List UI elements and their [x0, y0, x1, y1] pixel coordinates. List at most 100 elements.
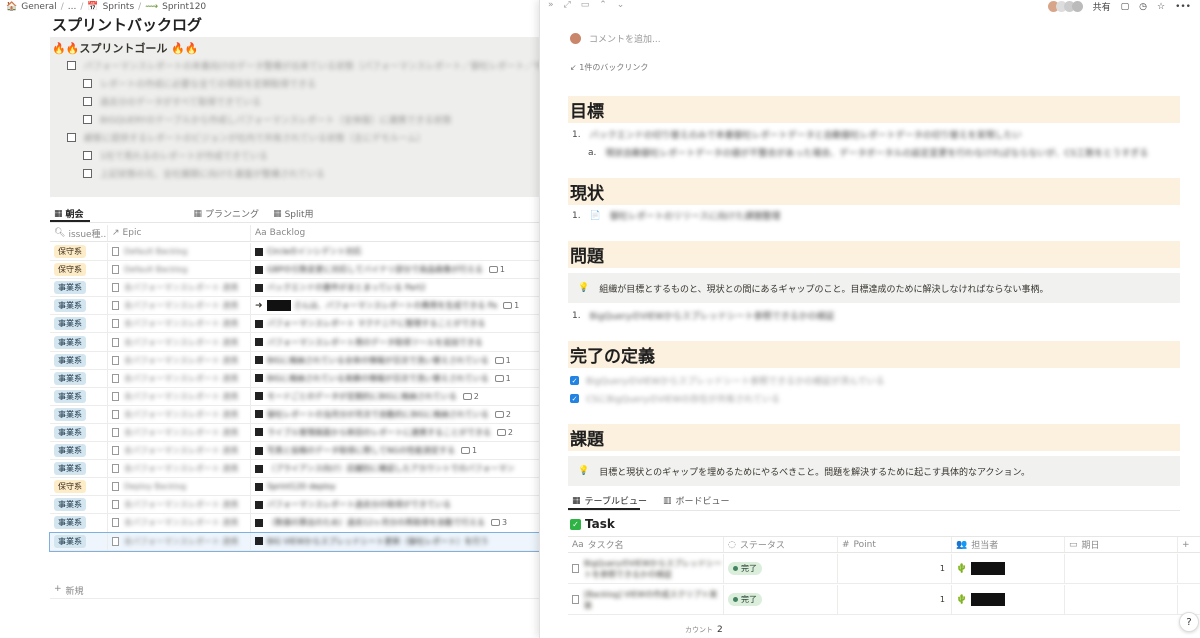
open-as-page-icon[interactable]: ▭	[581, 0, 590, 10]
backlog-title[interactable]: 写真と投稿のデータ取得に際してNGの性能測定する	[267, 445, 455, 456]
epic-link[interactable]: Default Backlog	[124, 265, 187, 274]
epic-link[interactable]: 全パフォーマンスレポート 連携	[124, 373, 238, 384]
cell-backlog[interactable]: 御社レポートの当月分が月次で自動的にBIGに格納されている 2	[251, 405, 540, 423]
cell-point[interactable]: 1	[838, 554, 952, 583]
cell-epic[interactable]: 全パフォーマンスレポート 連携	[108, 369, 251, 387]
share-button[interactable]: 共有	[1093, 0, 1111, 13]
cell-epic[interactable]: 全パフォーマンスレポート 連携	[108, 279, 251, 297]
cell-issue-type[interactable]: 事業系	[50, 460, 108, 478]
table-row[interactable]: 事業系 全パフォーマンスレポート 連携 BIGに格納されている全体の情報が日次で洗い…	[50, 351, 540, 370]
backlog-title[interactable]: Sprint120 deploy	[267, 482, 336, 491]
column-backlog[interactable]: Aa Backlog	[251, 225, 540, 241]
epic-link[interactable]: 全パフォーマンスレポート 連携	[124, 337, 238, 348]
cell-epic[interactable]: 全パフォーマンスレポート 連携	[108, 514, 251, 532]
column-task-name[interactable]: Aa タスク名	[568, 537, 724, 552]
checkbox-checked-icon[interactable]: ✓	[570, 394, 579, 403]
table-row[interactable]: 事業系 全パフォーマンスレポート 連携 パフォーマンスレポート過去分の取得ができてい…	[50, 496, 540, 515]
cell-due-date[interactable]	[1065, 585, 1178, 614]
cell-issue-type[interactable]: 保守系	[50, 478, 108, 496]
checkbox[interactable]	[83, 151, 92, 160]
cell-due-date[interactable]	[1065, 554, 1178, 583]
cell-backlog[interactable]: パフォーマンスレポート マクナニケに整理することができる	[251, 315, 540, 333]
cell-backlog[interactable]: Circleのインシデント対応	[251, 243, 540, 261]
backlog-title[interactable]: BIGに格納されている全体の情報が日次で洗い替えされている	[267, 355, 489, 366]
cell-issue-type[interactable]: 保守系	[50, 261, 108, 279]
table-row[interactable]: 保守系 Deploy Backlog Sprint120 deploy	[50, 478, 540, 497]
cell-epic[interactable]: 全パフォーマンスレポート 連携	[108, 333, 251, 351]
cell-issue-type[interactable]: 事業系	[50, 442, 108, 460]
cell-epic[interactable]: 全パフォーマンスレポート 連携	[108, 442, 251, 460]
breadcrumb-ellipsis[interactable]: ...	[68, 2, 77, 12]
epic-link[interactable]: 全パフォーマンスレポート 連携	[124, 282, 238, 293]
cell-epic[interactable]: 全パフォーマンスレポート 連携	[108, 460, 251, 478]
table-row[interactable]: 事業系 全パフォーマンスレポート 連携 パフォーマンスレポート マクナニケに整理する…	[50, 315, 540, 334]
status-link[interactable]: 御社レポートのリリースに向けた課題整理	[610, 209, 781, 222]
epic-link[interactable]: 全パフォーマンスレポート 連携	[124, 318, 238, 329]
comment-count[interactable]: 2	[496, 428, 513, 437]
backlog-title[interactable]: パフォーマンスレポート過去分の取得ができている	[267, 499, 451, 510]
comment-input[interactable]: コメントを追加...	[589, 32, 661, 45]
column-due-date[interactable]: ▭ 期日	[1065, 537, 1178, 552]
checkbox[interactable]	[83, 115, 92, 124]
backlog-title[interactable]: さんは、パフォーマンスレポートの費用を生成できる Pa	[294, 300, 498, 311]
cell-backlog[interactable]: パフォーマンスレポート用のデータ取得ツールを追加できる	[251, 333, 540, 351]
backlog-title[interactable]: Circleのインシデント対応	[267, 246, 361, 257]
close-peek-icon[interactable]: »	[548, 0, 554, 10]
cell-backlog[interactable]: BIG VIEWからスプレッドシート更新（御社レポート）を行う	[251, 532, 540, 550]
cell-backlog[interactable]: GBPの引数変更に対応してバイナリ部分で商品画像が行える 1	[251, 261, 540, 279]
epic-link[interactable]: 全パフォーマンスレポート 連携	[124, 300, 238, 311]
cell-issue-type[interactable]: 事業系	[50, 369, 108, 387]
cell-backlog[interactable]: Sprint120 deploy	[251, 478, 540, 496]
tab-board-view[interactable]: ▥ ボードビュー	[663, 494, 730, 508]
checkbox[interactable]	[83, 97, 92, 106]
cell-backlog[interactable]: モードごとのデータが定期的にBIGに格納されている 2	[251, 387, 540, 405]
cell-issue-type[interactable]: 事業系	[50, 387, 108, 405]
chevron-down-icon[interactable]: ⌄	[617, 0, 625, 10]
epic-link[interactable]: 全パフォーマンスレポート 連携	[124, 463, 238, 474]
cell-epic[interactable]: Default Backlog	[108, 261, 251, 279]
epic-link[interactable]: 全パフォーマンスレポート 連携	[124, 427, 238, 438]
table-row[interactable]: 保守系 Default Backlog GBPの引数変更に対応してバイナリ部分で商品…	[50, 261, 540, 280]
backlinks-button[interactable]: ↙ 1件のバックリンク	[570, 62, 648, 73]
help-button[interactable]: ?	[1179, 612, 1199, 632]
backlog-title[interactable]: （数値の算出のため）過去12ヶ月分の再取得を自動で行える	[267, 517, 485, 528]
comment-count[interactable]: 1	[503, 301, 519, 310]
backlog-title[interactable]: モードごとのデータが定期的にBIGに格納されている	[267, 391, 457, 402]
table-row[interactable]: 事業系 全パフォーマンスレポート 連携 パフォーマンスレポート用のデータ取得ツールを…	[50, 333, 540, 352]
comment-count[interactable]: 1	[494, 374, 511, 383]
comment-count[interactable]: 1	[460, 446, 477, 455]
cell-epic[interactable]: Deploy Backlog	[108, 478, 251, 496]
backlog-title[interactable]: （プライアンス向け）店舗別に確認したアカウントでのパフォーマン	[267, 463, 515, 474]
cell-epic[interactable]: 全パフォーマンスレポート 連携	[108, 315, 251, 333]
cell-assignee[interactable]: 🌵	[952, 554, 1065, 583]
table-row[interactable]: 事業系 全パフォーマンスレポート 連携 御社レポートの当月分が月次で自動的にBIGに…	[50, 405, 540, 424]
chevron-up-icon[interactable]: ⌃	[599, 0, 607, 10]
task-name[interactable]: [Backlog] VIEWの作成スクリプト実装	[584, 589, 723, 611]
table-row[interactable]: 保守系 Default Backlog Circleのインシデント対応	[50, 243, 540, 262]
column-status[interactable]: ◌ ステータス	[724, 537, 838, 552]
cell-issue-type[interactable]: 保守系	[50, 243, 108, 261]
epic-link[interactable]: 全パフォーマンスレポート 連携	[124, 445, 238, 456]
backlog-title[interactable]: パフォーマンスレポート用のデータ取得ツールを追加できる	[267, 337, 483, 348]
cell-issue-type[interactable]: 事業系	[50, 315, 108, 333]
cell-epic[interactable]: 全パフォーマンスレポート 連携	[108, 405, 251, 423]
cell-issue-type[interactable]: 事業系	[50, 297, 108, 315]
cell-backlog[interactable]: バックエンドの要件がまとまっている Part2	[251, 279, 540, 297]
task-database-title[interactable]: ✓ Task	[570, 517, 615, 531]
checkbox-checked-icon[interactable]: ✓	[570, 376, 579, 385]
backlog-title[interactable]: BIG VIEWからスプレッドシート更新（御社レポート）を行う	[267, 536, 488, 547]
cell-backlog[interactable]: BIGに格納されている全体の情報が日次で洗い替えされている 1	[251, 351, 540, 369]
epic-link[interactable]: 全パフォーマンスレポート 連携	[124, 517, 238, 528]
comment-count[interactable]: 1	[488, 265, 505, 274]
cell-epic[interactable]: Default Backlog	[108, 243, 251, 261]
epic-link[interactable]: Deploy Backlog	[124, 482, 186, 491]
comment-icon[interactable]: ▢	[1121, 2, 1130, 12]
add-comment-row[interactable]: コメントを追加...	[570, 32, 661, 45]
table-row[interactable]: 事業系 全パフォーマンスレポート 連携 写真と投稿のデータ取得に際してNGの性能測定…	[50, 442, 540, 461]
cell-epic[interactable]: 全パフォーマンスレポート 連携	[108, 297, 251, 315]
history-icon[interactable]: ◷	[1139, 2, 1147, 12]
cell-issue-type[interactable]: 事業系	[50, 279, 108, 297]
cell-issue-type[interactable]: 事業系	[50, 514, 108, 532]
cell-point[interactable]: 1	[838, 585, 952, 614]
table-row[interactable]: 事業系 全パフォーマンスレポート 連携 BIG VIEWからスプレッドシート更新（御…	[49, 531, 540, 552]
